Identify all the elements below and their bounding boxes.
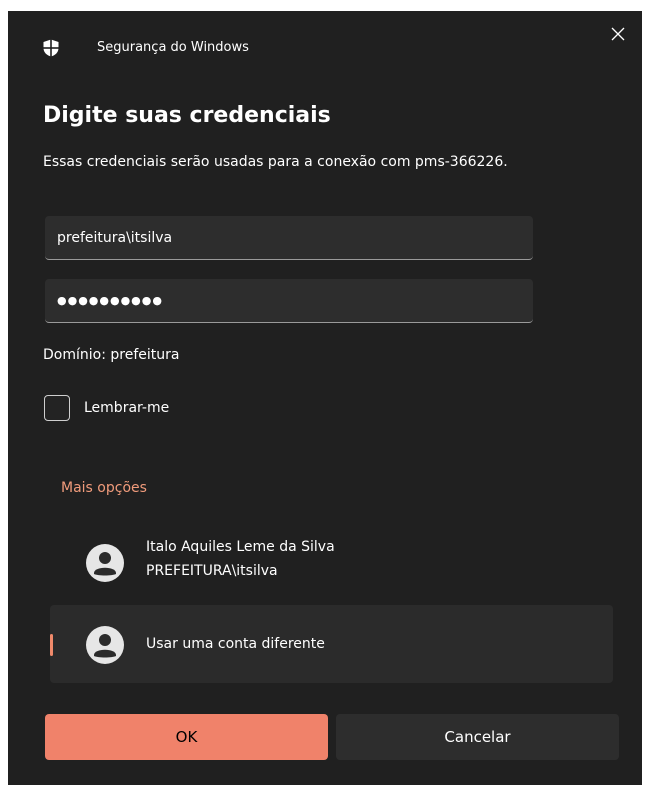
account-item-itsilva[interactable]: Italo Aquiles Leme da Silva PREFEITURA\i… — [50, 523, 613, 601]
window-title: Segurança do Windows — [97, 40, 249, 55]
account-name: Italo Aquiles Leme da Silva — [146, 539, 335, 555]
ok-button[interactable]: OK — [45, 714, 328, 760]
user-avatar-icon — [86, 626, 124, 664]
dialog-heading: Digite suas credenciais — [43, 103, 331, 128]
close-button[interactable] — [604, 21, 632, 49]
account-username: PREFEITURA\itsilva — [146, 563, 278, 579]
selection-indicator — [50, 634, 53, 656]
user-avatar-icon — [86, 544, 124, 582]
username-field[interactable]: prefeitura\itsilva — [45, 216, 533, 260]
password-value: ●●●●●●●●●● — [57, 294, 163, 307]
cancel-button[interactable]: Cancelar — [336, 714, 619, 760]
remember-checkbox[interactable] — [44, 395, 70, 421]
account-name: Usar uma conta diferente — [146, 636, 325, 652]
credentials-dialog: Segurança do Windows Digite suas credenc… — [8, 11, 642, 785]
more-options-link[interactable]: Mais opções — [61, 477, 147, 499]
shield-icon — [42, 39, 60, 57]
close-icon — [611, 26, 625, 45]
account-item-different[interactable]: Usar uma conta diferente — [50, 605, 613, 683]
remember-label[interactable]: Lembrar-me — [84, 397, 169, 419]
dialog-description: Essas credenciais serão usadas para a co… — [43, 154, 508, 170]
password-field[interactable]: ●●●●●●●●●● — [45, 279, 533, 323]
username-value: prefeitura\itsilva — [57, 229, 173, 246]
domain-label: Domínio: prefeitura — [43, 347, 180, 363]
